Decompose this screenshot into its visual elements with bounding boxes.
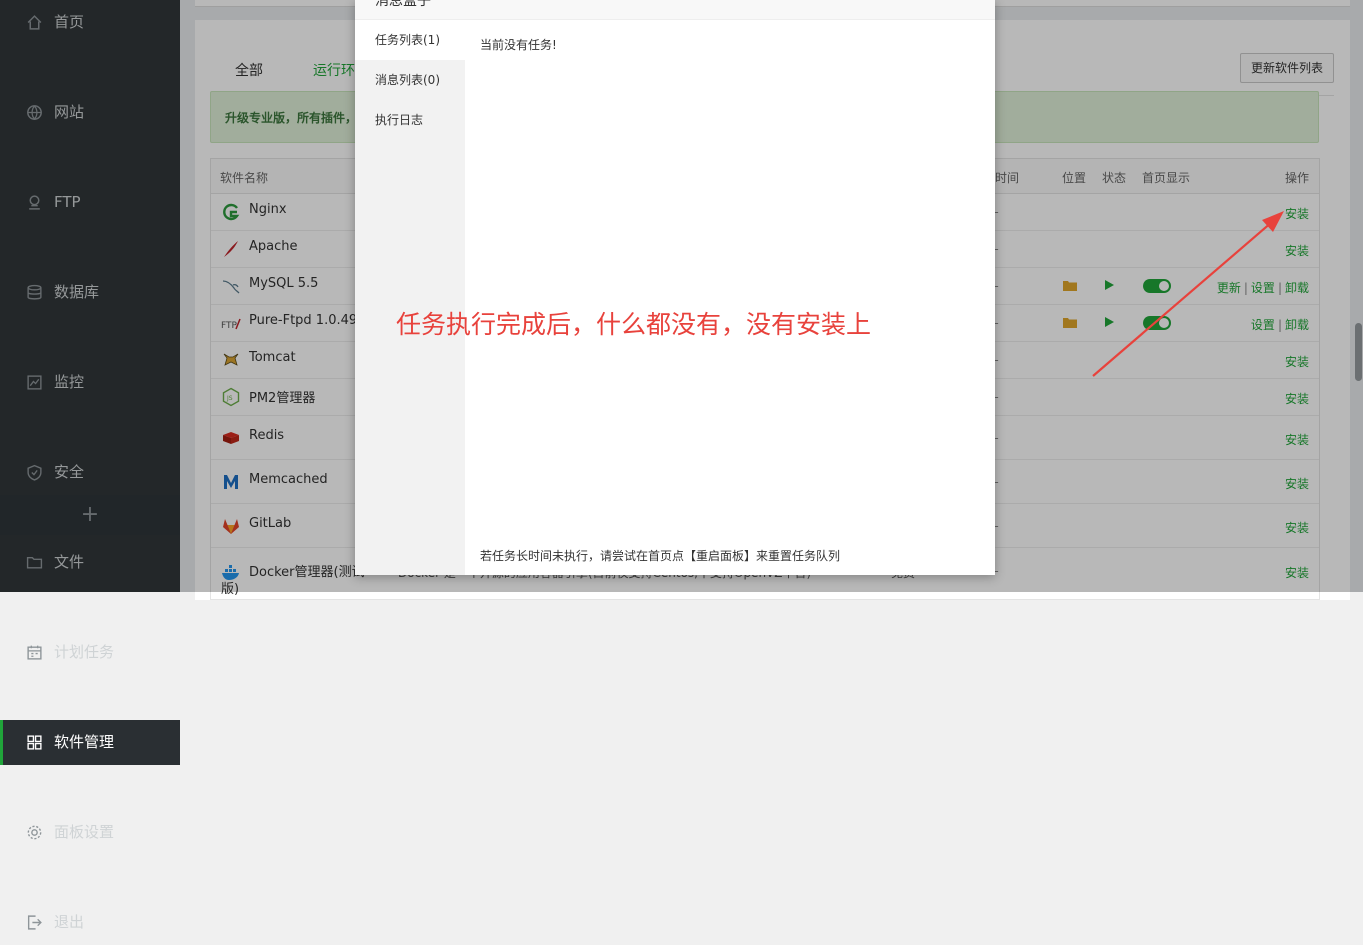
modal-title-bar[interactable]: 消息盒子 bbox=[355, 0, 995, 20]
page-scrollbar[interactable] bbox=[1353, 0, 1363, 592]
sidebar-item-label: 计划任务 bbox=[54, 643, 115, 661]
grid-icon bbox=[27, 735, 42, 750]
sidebar-item-cron[interactable]: 计划任务 bbox=[0, 630, 180, 675]
no-task-message: 当前没有任务! bbox=[480, 38, 557, 52]
logout-icon bbox=[27, 915, 42, 930]
sidebar-item-logout[interactable]: 退出 bbox=[0, 900, 180, 945]
tab-task-list[interactable]: 任务列表(1) bbox=[355, 20, 465, 60]
annotation-text: 任务执行完成后，什么都没有，没有安装上 bbox=[396, 310, 872, 339]
sidebar-item-label: 退出 bbox=[54, 913, 85, 931]
gear-icon bbox=[27, 825, 42, 840]
modal-title: 消息盒子 bbox=[375, 0, 431, 9]
sidebar-item-software[interactable]: 软件管理 bbox=[0, 720, 180, 765]
modal-side-tabs: 任务列表(1) 消息列表(0) 执行日志 bbox=[355, 20, 465, 575]
sidebar-item-label: 面板设置 bbox=[54, 823, 115, 841]
tab-execution-log[interactable]: 执行日志 bbox=[355, 100, 465, 140]
sidebar-item-settings[interactable]: 面板设置 bbox=[0, 810, 180, 855]
task-hint: 若任务长时间未执行，请尝试在首页点【重启面板】来重置任务队列 bbox=[480, 549, 841, 563]
tab-message-list[interactable]: 消息列表(0) bbox=[355, 60, 465, 100]
sidebar-item-label: 软件管理 bbox=[54, 733, 115, 751]
calendar-icon bbox=[27, 645, 42, 660]
scrollbar-thumb[interactable] bbox=[1355, 323, 1362, 381]
modal-body: 当前没有任务! 若任务长时间未执行，请尝试在首页点【重启面板】来重置任务队列 bbox=[465, 20, 995, 575]
message-box-modal: 消息盒子 任务列表(1) 消息列表(0) 执行日志 当前没有任务! 若任务长时间… bbox=[355, 0, 995, 575]
